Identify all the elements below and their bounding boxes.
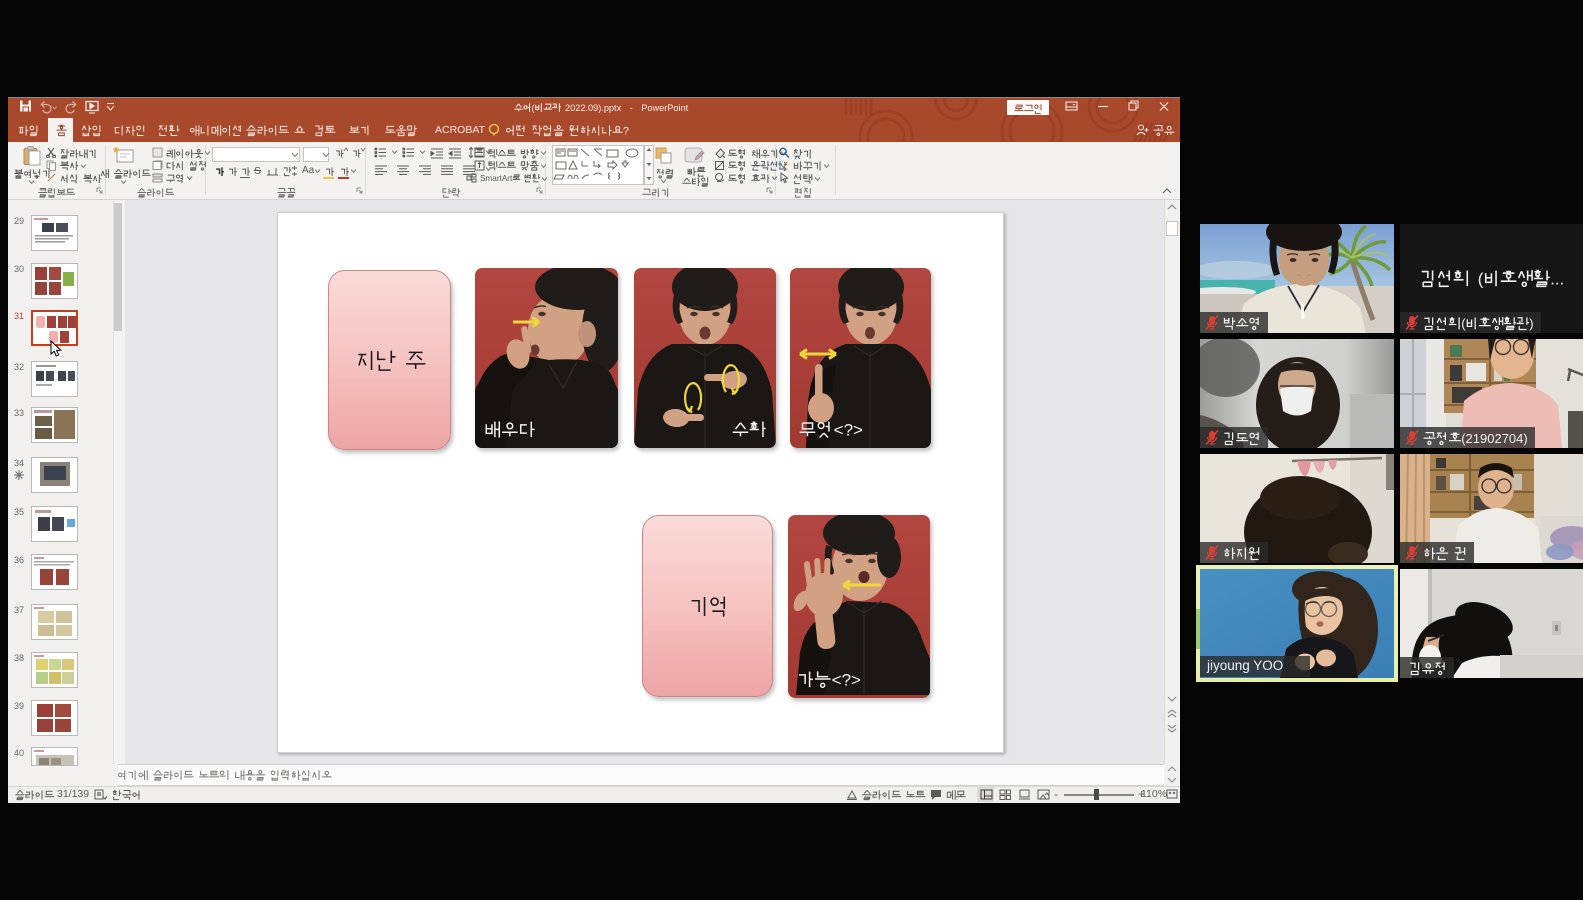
svg-text:(: ( xyxy=(1461,316,1466,331)
svg-text:...: ... xyxy=(1550,270,1564,289)
svg-text:(21902704): (21902704) xyxy=(1461,431,1528,446)
svg-text:<?>: <?> xyxy=(832,671,861,690)
svg-text:<?>: <?> xyxy=(834,421,863,440)
svg-text:(: ( xyxy=(1478,270,1484,289)
svg-text:): ) xyxy=(1529,316,1533,331)
